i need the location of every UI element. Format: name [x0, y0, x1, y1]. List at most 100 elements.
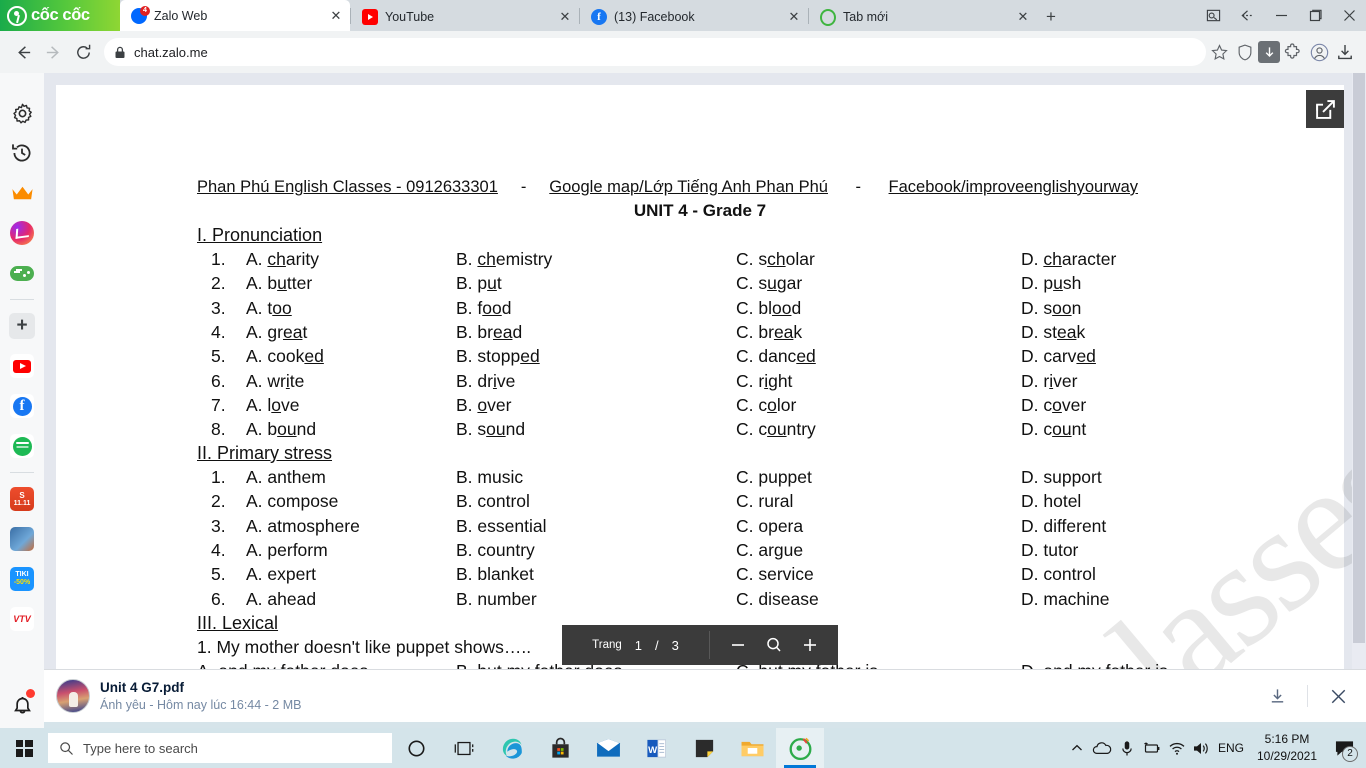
back-button[interactable] — [8, 37, 38, 67]
start-button[interactable] — [0, 728, 48, 768]
show-hidden-icons-button[interactable] — [1064, 728, 1089, 768]
tab-close-icon[interactable]: ✕ — [786, 9, 802, 25]
wifi-icon[interactable] — [1164, 728, 1189, 768]
browser-tab-facebook[interactable]: f (13) Facebook ✕ — [580, 3, 808, 31]
download-file-button[interactable] — [1261, 680, 1293, 712]
question-number: 3. — [211, 297, 226, 318]
sidebar-item-shopee[interactable]: S 11.11 — [7, 479, 37, 519]
taskbar-store-button[interactable] — [536, 728, 584, 768]
option-a: A. write — [246, 370, 305, 391]
tab-title: Zalo Web — [154, 8, 208, 23]
scrollbar-thumb[interactable] — [1353, 73, 1365, 643]
taskbar-coccoc-button[interactable] — [776, 728, 824, 768]
taskbar-sticky-notes-button[interactable] — [680, 728, 728, 768]
option-a: A. love — [246, 394, 300, 415]
bookmark-star-icon[interactable] — [1206, 39, 1232, 65]
sidebar-item-messenger[interactable] — [7, 213, 37, 253]
tab-close-icon[interactable]: ✕ — [557, 9, 573, 25]
clock-date: 10/29/2021 — [1256, 749, 1318, 763]
new-tab-button[interactable]: + — [1037, 3, 1065, 31]
taskbar-word-button[interactable]: W — [632, 728, 680, 768]
header-dash-1: - — [520, 178, 527, 196]
option-d: D. support — [1021, 467, 1102, 487]
option-a: A. cooked — [246, 346, 324, 367]
screenshot-icon[interactable] — [1196, 0, 1230, 31]
question-row: 2. A. compose B. control C. rural D. hotel — [56, 491, 1344, 515]
section-title-pronunciation: I. Pronunciation — [197, 225, 323, 245]
volume-icon[interactable] — [1189, 728, 1214, 768]
file-meta: Ánh yêu - Hôm nay lúc 16:44 - 2 MB — [100, 698, 302, 712]
action-center-button[interactable]: 2 — [1326, 728, 1362, 768]
taskbar-task-view-button[interactable] — [440, 728, 488, 768]
minimize-button[interactable] — [1264, 0, 1298, 31]
viewer-scrollbar[interactable] — [1352, 73, 1366, 669]
onedrive-icon[interactable] — [1089, 728, 1114, 768]
close-filebar-button[interactable] — [1322, 680, 1354, 712]
pdf-page: classes Phan Phú English Classes - 09126… — [56, 85, 1366, 669]
option-d: D. hotel — [1021, 491, 1082, 512]
vtvgo-icon: VTV — [10, 607, 34, 631]
youtube-icon — [362, 9, 378, 25]
reload-button[interactable] — [68, 37, 98, 67]
sidebar-item-youtube[interactable] — [7, 346, 37, 386]
sidebar-item-premium[interactable] — [7, 173, 37, 213]
settings-icon — [10, 101, 34, 125]
option-a: A. atmosphere — [246, 515, 360, 536]
sidebar-item-settings[interactable] — [7, 93, 37, 133]
zoom-reset-icon[interactable] — [760, 631, 788, 659]
option-b: B. blanket — [456, 564, 534, 585]
sidebar-item-tiki[interactable]: TIKI -50% — [7, 559, 37, 599]
address-bar[interactable]: chat.zalo.me — [104, 38, 1206, 66]
vtv-label: VTV — [13, 614, 31, 624]
question-row: 1. A. anthem B. music C. puppet D. support — [56, 467, 1344, 491]
option-d: D. river — [1021, 370, 1078, 391]
spotify-icon — [10, 434, 34, 458]
close-window-button[interactable] — [1332, 0, 1366, 31]
sidebar-item-game-banner[interactable] — [7, 519, 37, 559]
taskbar-mail-button[interactable] — [584, 728, 632, 768]
option-a: A. great — [246, 321, 308, 342]
option-c: C. disease — [736, 588, 819, 609]
question-number: 8. — [211, 419, 226, 440]
browser-tab-zalo-web[interactable]: Zalo Web ✕ — [120, 0, 350, 31]
system-tray: ENG 5:16 PM 10/29/2021 2 — [1064, 728, 1366, 768]
sidebar-item-spotify[interactable] — [7, 426, 37, 466]
sidebar-item-add[interactable]: + — [7, 306, 37, 346]
notification-count-badge: 2 — [1342, 746, 1358, 762]
browser-tab-new[interactable]: Tab mới ✕ — [809, 3, 1037, 31]
question-number: 1. — [211, 249, 226, 269]
taskbar-clock[interactable]: 5:16 PM 10/29/2021 — [1248, 731, 1326, 766]
sidebar-item-facebook[interactable]: f — [7, 386, 37, 426]
shield-icon[interactable] — [1232, 39, 1258, 65]
sidebar-item-history[interactable] — [7, 133, 37, 173]
taskbar-file-explorer-button[interactable] — [728, 728, 776, 768]
download-icon[interactable] — [1258, 41, 1280, 63]
back-arrow-icon[interactable] — [1230, 0, 1264, 31]
brand-label: cốc cốc — [31, 6, 90, 24]
forward-button[interactable] — [38, 37, 68, 67]
header-right-text: Facebook/improveenglishyourway — [888, 178, 1139, 196]
browser-tab-youtube[interactable]: YouTube ✕ — [351, 3, 579, 31]
sidebar-item-notifications[interactable] — [7, 684, 37, 728]
downloads-tray-icon[interactable] — [1332, 39, 1358, 65]
sidebar-item-vtvgo[interactable]: VTV — [7, 599, 37, 639]
gamepad-icon — [10, 265, 34, 281]
taskbar-cortana-button[interactable] — [392, 728, 440, 768]
maximize-button[interactable] — [1298, 0, 1332, 31]
sidebar-item-game[interactable] — [7, 253, 37, 293]
battery-icon[interactable] — [1139, 728, 1164, 768]
open-in-new-window-button[interactable] — [1306, 90, 1344, 128]
profile-icon[interactable] — [1306, 39, 1332, 65]
tab-close-icon[interactable]: ✕ — [1015, 9, 1031, 25]
language-indicator[interactable]: ENG — [1214, 728, 1248, 768]
taskbar-edge-button[interactable] — [488, 728, 536, 768]
taskbar-search-input[interactable]: Type here to search — [48, 733, 392, 763]
browser-navigation-bar: chat.zalo.me — [0, 31, 1366, 73]
current-page-value[interactable]: 1 — [635, 638, 642, 653]
zoom-out-button[interactable] — [724, 631, 752, 659]
page-label: Trang — [592, 639, 622, 651]
zoom-in-button[interactable] — [796, 631, 824, 659]
microphone-icon[interactable] — [1114, 728, 1139, 768]
tab-close-icon[interactable]: ✕ — [328, 8, 344, 24]
extensions-icon[interactable] — [1280, 39, 1306, 65]
